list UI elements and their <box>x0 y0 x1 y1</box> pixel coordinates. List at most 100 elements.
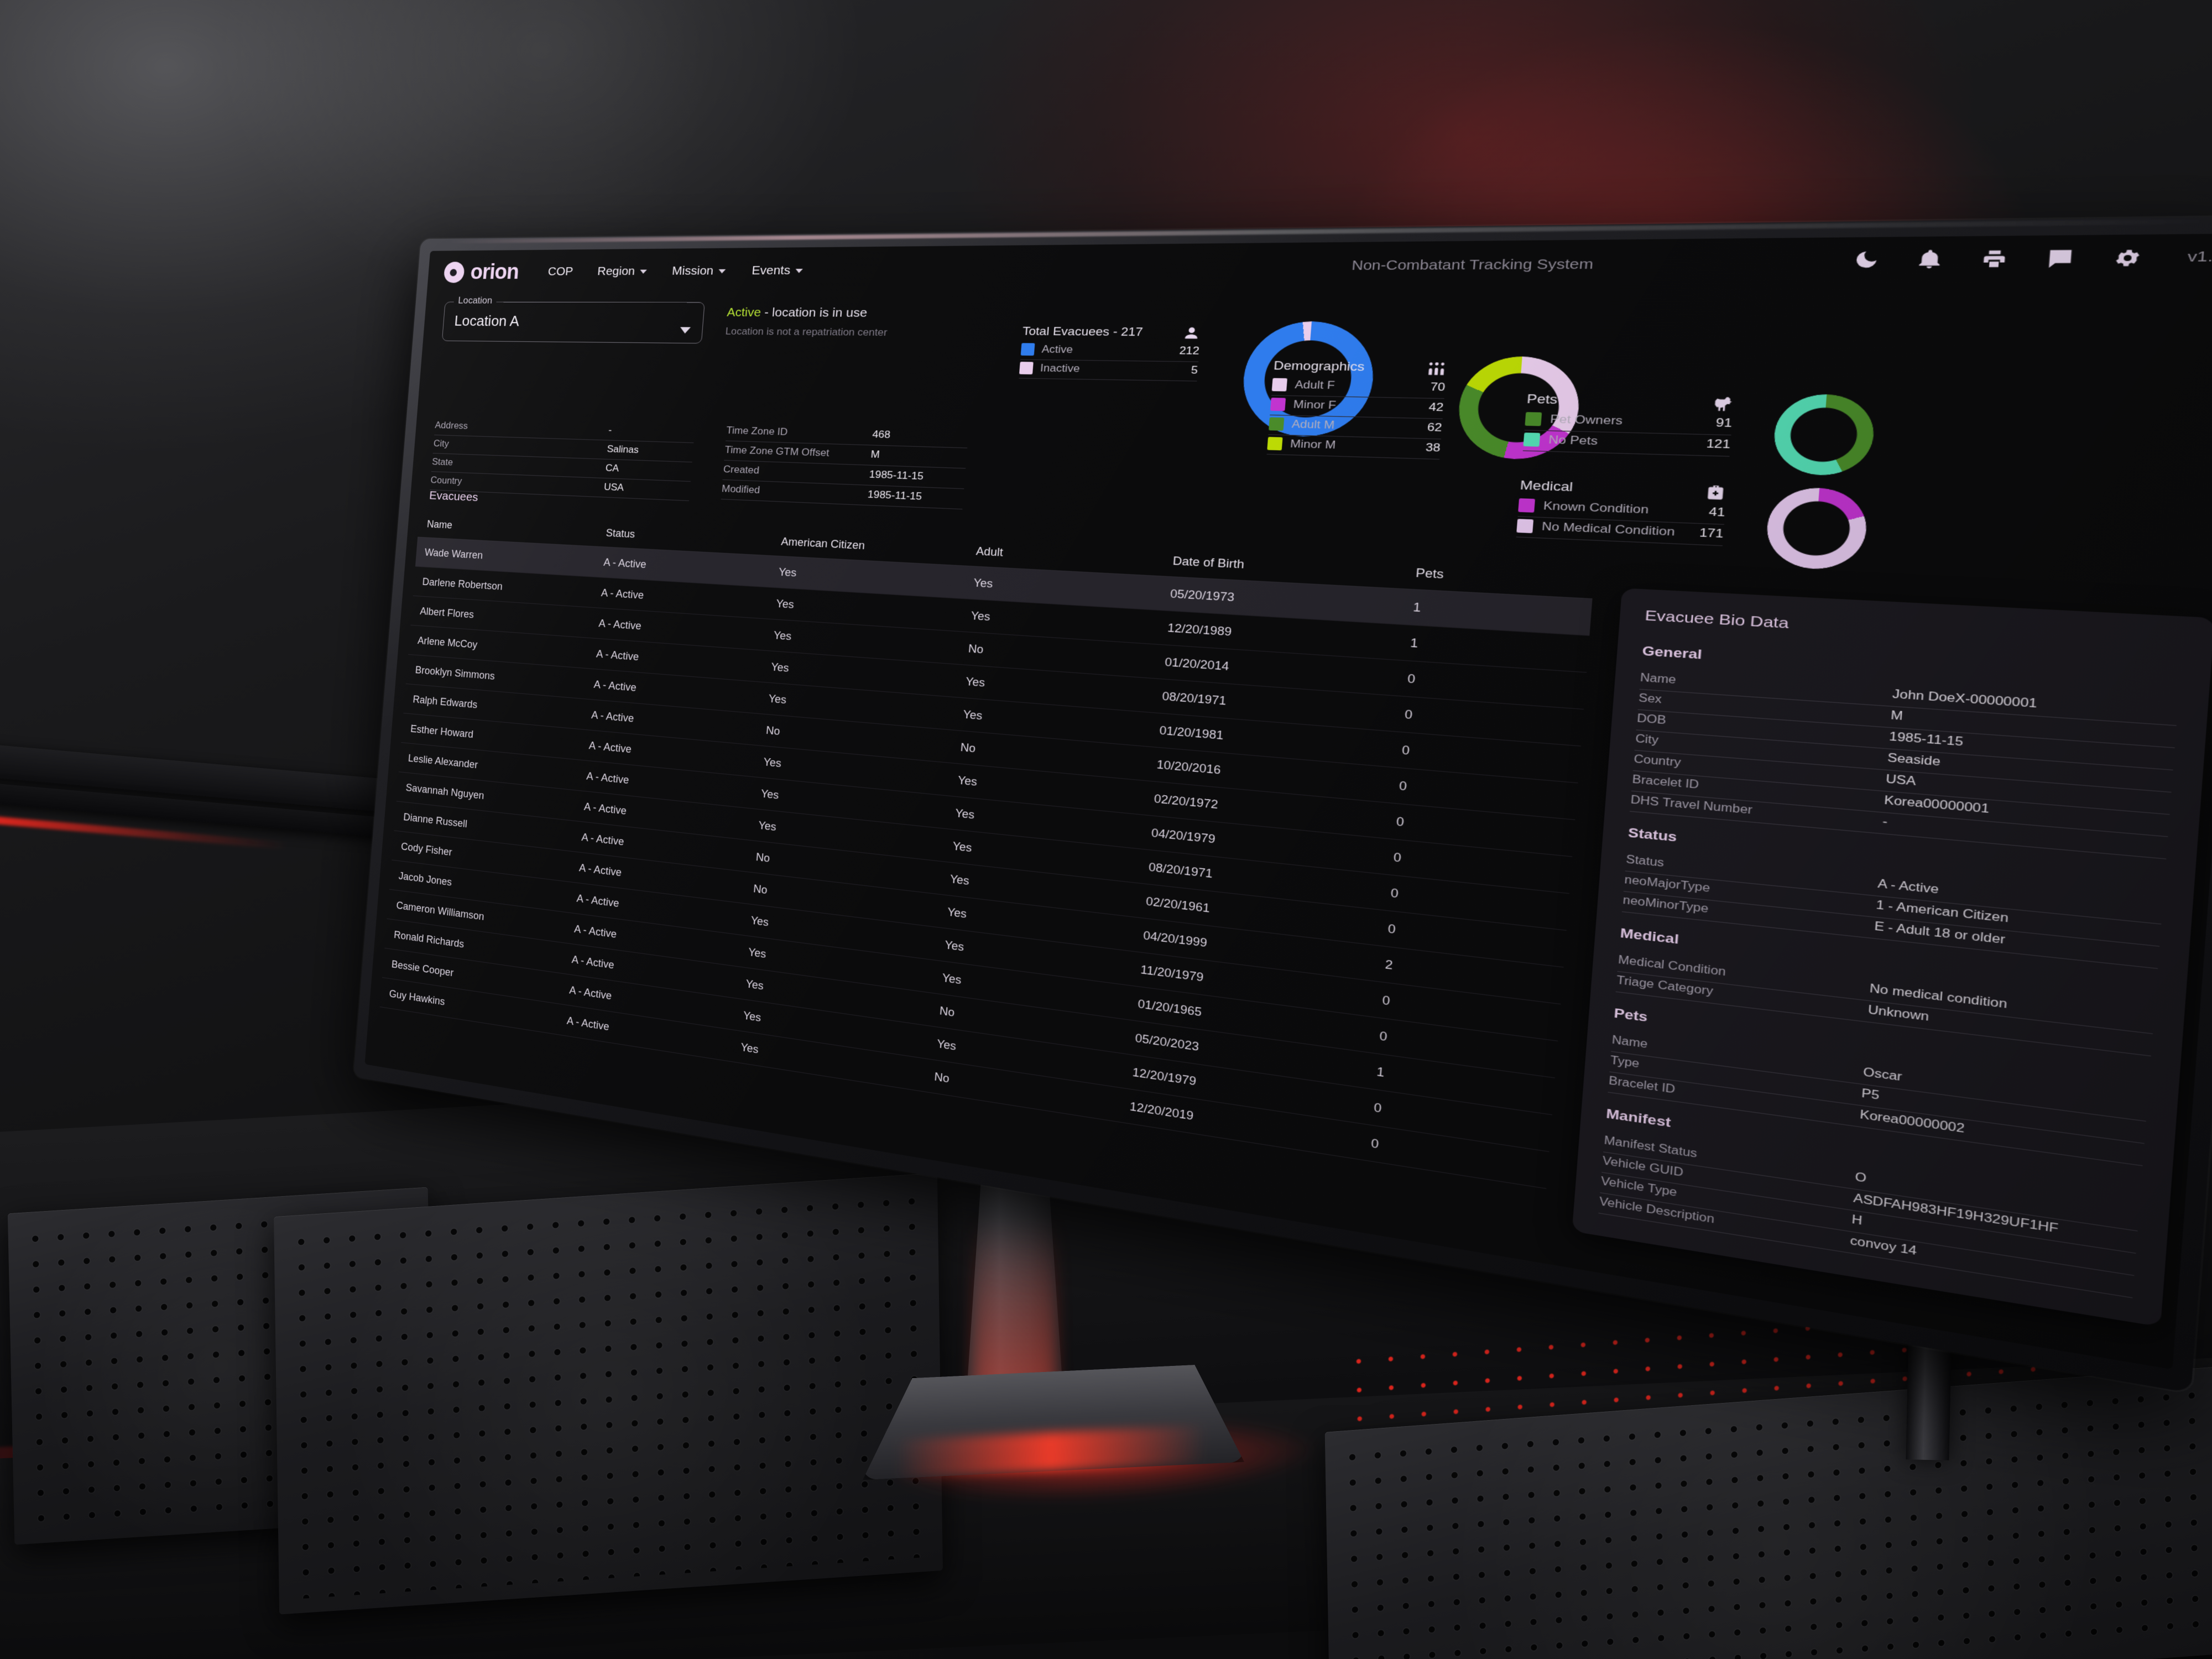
stat-medical: Medical Known Condition 41 No Medical Co… <box>1516 478 1728 546</box>
cell-name: Arlene McCoy <box>417 634 478 650</box>
brand-logo[interactable]: orion <box>443 260 520 284</box>
dog-icon <box>1714 397 1733 411</box>
stat-rows: Adult F 70 Minor F 42 Adult M 62 Minor M… <box>1266 376 1446 460</box>
cell-citizen: Yes <box>770 660 790 674</box>
field-value: Salinas <box>606 443 639 456</box>
cell-name: Brooklyn Simmons <box>415 664 495 682</box>
stat-rows: Known Condition 41 No Medical Condition … <box>1516 496 1726 546</box>
person-icon <box>1185 327 1198 339</box>
column-header-american-citizen[interactable]: American Citizen <box>781 535 977 558</box>
cell-status: A - Active <box>603 556 647 570</box>
monitor: orion COP Region Mission Events Non-Comb… <box>353 216 2212 1394</box>
legend-swatch <box>1518 498 1536 513</box>
field-key: Modified <box>721 483 761 496</box>
bio-panel-title: Evacuee Bio Data <box>1644 607 1790 632</box>
moon-icon[interactable] <box>1853 249 1881 271</box>
legend-swatch <box>1020 343 1035 356</box>
cell-pets: 1 <box>1412 600 1422 614</box>
stand-neck-glow <box>973 1217 1056 1399</box>
column-header-pets[interactable]: Pets <box>1415 566 1526 586</box>
nav-item-cop[interactable]: COP <box>547 265 573 279</box>
cell-status: A - Active <box>601 586 645 601</box>
cell-adult: Yes <box>962 707 983 722</box>
legend-swatch <box>1267 437 1283 451</box>
stat-demographics: Demographics Adult F 70 Minor F 42 Adult… <box>1266 359 1447 460</box>
column-header-adult[interactable]: Adult <box>975 545 1173 568</box>
gear-icon[interactable] <box>2112 247 2143 269</box>
bell-icon[interactable] <box>1916 248 1945 270</box>
stat-row: Inactive 5 <box>1019 359 1199 382</box>
stat-title: Pets <box>1526 392 1558 408</box>
stat-label: Adult F <box>1294 378 1335 392</box>
bio-panel-body: General Name John DoeX-00000001 Sex M DOB 1985… <box>1598 644 2180 1298</box>
cell-pets: 0 <box>1373 1100 1383 1115</box>
stat-value: 212 <box>1178 344 1200 357</box>
chevron-down-icon <box>795 268 804 273</box>
version-label: v1.0 <box>2187 249 2212 265</box>
field-key: Address <box>434 419 468 431</box>
stat-title: Total Evacuees - 217 <box>1022 325 1144 340</box>
column-header-status[interactable]: Status <box>606 527 782 548</box>
column-header-date-of-birth[interactable]: Date of Birth <box>1172 555 1416 581</box>
stat-label: Minor M <box>1290 437 1337 451</box>
column-header-name[interactable]: Name <box>426 518 606 539</box>
cell-citizen: Yes <box>768 692 787 706</box>
cell-pets: 0 <box>1390 885 1399 900</box>
cell-name: Albert Flores <box>419 605 474 620</box>
cell-dob: 12/20/1989 <box>1167 621 1233 638</box>
stat-label: No Pets <box>1548 433 1599 448</box>
nav-item-events[interactable]: Events <box>751 263 804 278</box>
stat-value: 91 <box>1715 416 1733 430</box>
stat-title: Demographics <box>1273 359 1365 374</box>
nav-label: Region <box>597 264 636 278</box>
location-selector-wrap: Location Location A <box>441 295 705 344</box>
nav-item-region[interactable]: Region <box>597 264 647 278</box>
cell-pets: 0 <box>1379 1029 1388 1044</box>
bio-field-key: Country <box>1633 753 1682 769</box>
field-value: CA <box>605 462 619 474</box>
legend-swatch <box>1525 412 1542 426</box>
page-title: Non-Combatant Tracking System <box>1351 256 1594 274</box>
bio-field-key: Type <box>1610 1055 1640 1071</box>
field-key: Created <box>723 463 760 476</box>
chevron-down-icon <box>640 269 647 274</box>
location-detail-fields: Address - City Salinas State CA Country … <box>430 416 696 502</box>
printer-icon[interactable] <box>1980 248 2010 270</box>
legend-swatch <box>1019 362 1034 375</box>
stat-rows: Pet Owners 91 No Pets 121 <box>1522 410 1733 457</box>
field-key: Country <box>430 474 463 487</box>
field-key: City <box>433 438 450 450</box>
cell-status: A - Active <box>591 708 635 724</box>
cell-pets: 0 <box>1387 921 1396 936</box>
cell-pets: 0 <box>1399 779 1407 793</box>
field-value: - <box>608 424 613 436</box>
bio-field-key: Name <box>1640 672 1677 687</box>
bio-field-key: City <box>1635 733 1659 747</box>
timezone-detail-fields: Time Zone ID 468 Time Zone GTM Offset M … <box>721 421 969 510</box>
location-select[interactable]: Location Location A <box>441 295 705 344</box>
location-status-sub: Location is not a repatriation center <box>725 325 888 338</box>
cell-citizen: Yes <box>773 629 792 643</box>
bio-field-key: Status <box>1625 853 1665 870</box>
bio-field-key: Name <box>1611 1034 1648 1051</box>
evacuee-bio-panel: Evacuee Bio Data General Name John DoeX-00… <box>1572 588 2212 1327</box>
bio-field-key: Bracelet ID <box>1631 774 1699 791</box>
cell-pets: 0 <box>1381 993 1391 1008</box>
cell-pets: 2 <box>1384 957 1394 972</box>
nav-item-mission[interactable]: Mission <box>671 264 726 278</box>
location-selected-value: Location A <box>453 312 520 330</box>
stat-label: Active <box>1041 343 1074 356</box>
legend-swatch <box>1271 378 1287 392</box>
location-status-word: Active <box>726 305 762 320</box>
cell-pets: 0 <box>1370 1136 1380 1151</box>
stat-value: 41 <box>1708 505 1726 519</box>
cell-adult: No <box>968 641 984 656</box>
feedback-icon[interactable] <box>2045 247 2075 270</box>
stat-row: Adult F 70 <box>1271 376 1446 399</box>
cell-citizen: Yes <box>778 565 797 579</box>
chevron-down-icon <box>718 269 726 273</box>
nav-label: Events <box>751 263 791 278</box>
stat-row: Minor M 38 <box>1266 435 1441 460</box>
field-value: 1985-11-15 <box>867 488 922 503</box>
cell-name: Wade Warren <box>424 546 483 561</box>
